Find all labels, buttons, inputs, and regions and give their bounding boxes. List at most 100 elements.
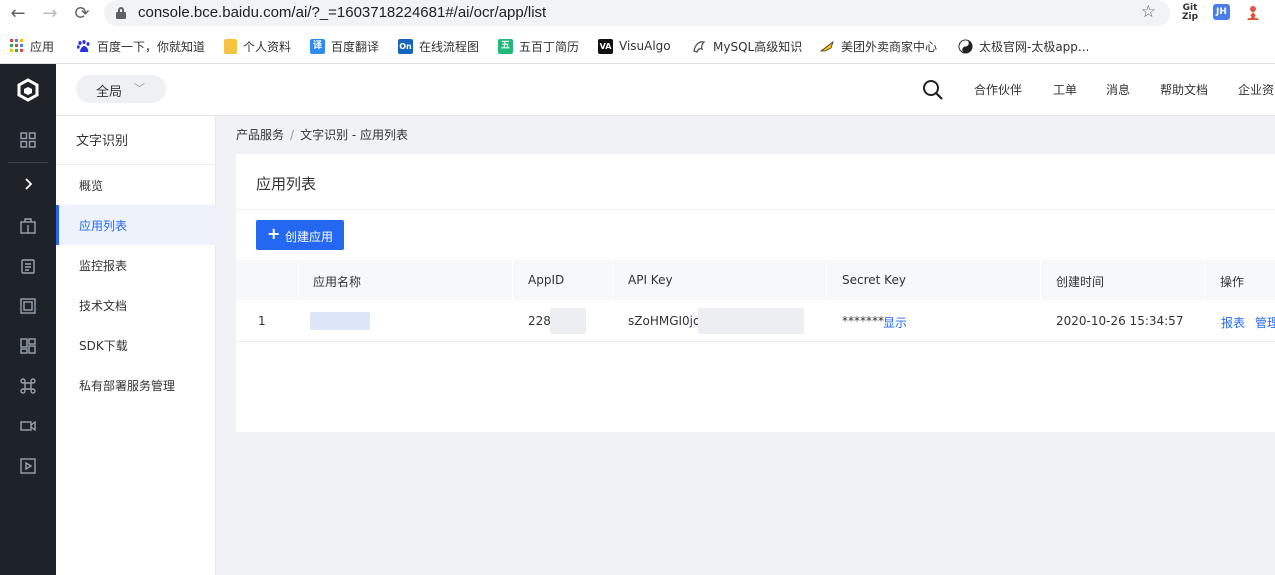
- bookmark-label: 个人资料: [243, 39, 292, 54]
- manage-link[interactable]: 管理: [1255, 314, 1275, 331]
- help-docs-link[interactable]: 帮助文档: [1160, 81, 1208, 98]
- address-bar[interactable]: console.bce.baidu.com/ai/?_=160371822468…: [104, 0, 1170, 26]
- browser-toolbar: ← → ⟳ console.bce.baidu.com/ai/?_=160371…: [0, 0, 1275, 28]
- bookmark-label: 美团外卖商家中心: [841, 39, 938, 54]
- sidebar-item-private-deploy[interactable]: 私有部署服务管理: [56, 365, 216, 405]
- console-header: 全局 ﹀ 合作伙伴 工单 消息 帮助文档 企业资: [56, 64, 1275, 116]
- document-box-icon[interactable]: [0, 292, 56, 320]
- modules-grid-icon[interactable]: [0, 332, 56, 360]
- lock-icon: [116, 7, 126, 19]
- created-time: 2020-10-26 15:34:57: [1056, 314, 1184, 328]
- bookmark-apps[interactable]: 应用: [10, 37, 54, 55]
- chevron-down-icon: ﹀: [134, 82, 145, 95]
- plus-icon: +: [267, 224, 281, 243]
- column-header-created: 创建时间: [1056, 275, 1105, 289]
- forward-arrow-icon[interactable]: →: [40, 4, 60, 24]
- report-link[interactable]: 报表: [1221, 314, 1245, 331]
- sidebar-title: 文字识别: [76, 134, 129, 149]
- column-divider: [1040, 260, 1041, 300]
- create-app-button[interactable]: + 创建应用: [256, 220, 344, 250]
- secret-key-masked: *******: [842, 314, 884, 328]
- column-header-api-key: API Key: [628, 273, 673, 287]
- reload-icon[interactable]: ⟳: [72, 4, 92, 24]
- wubaiding-icon: 五: [498, 38, 513, 54]
- app-id-value: 228: [528, 314, 551, 328]
- breadcrumb-current: 文字识别 - 应用列表: [300, 128, 409, 142]
- bookmark-meituan[interactable]: 美团外卖商家中心: [819, 37, 938, 55]
- sidebar-item-label: 技术文档: [79, 299, 128, 313]
- dashboard-grid-icon[interactable]: [0, 126, 56, 154]
- scope-selector[interactable]: 全局 ﹀: [76, 75, 166, 103]
- play-box-icon[interactable]: [0, 452, 56, 480]
- processon-icon: On: [398, 38, 413, 54]
- breadcrumb-parent[interactable]: 产品服务: [236, 128, 284, 142]
- api-key-value: sZoHMGI0jo: [628, 314, 701, 328]
- sidebar-item-sdk-download[interactable]: SDK下载: [56, 325, 216, 365]
- sidebar-item-label: 监控报表: [79, 259, 128, 273]
- mysql-dolphin-icon: [692, 39, 707, 54]
- tickets-link[interactable]: 工单: [1053, 81, 1077, 98]
- bookmark-baidu[interactable]: 百度一下，你就知道: [76, 37, 205, 55]
- bookmark-label: 百度翻译: [331, 39, 380, 54]
- card-divider: [236, 209, 1275, 210]
- sidebar-item-monitoring[interactable]: 监控报表: [56, 245, 216, 285]
- column-header-app-name: 应用名称: [313, 275, 362, 289]
- bookmark-label: 在线流程图: [419, 39, 480, 54]
- column-header-actions: 操作: [1220, 275, 1245, 289]
- browser-window: { "browser": { "url": "console.bce.baidu…: [0, 0, 1275, 575]
- back-arrow-icon[interactable]: ←: [8, 4, 28, 24]
- redacted-app-id: [550, 308, 586, 334]
- translate-icon: 译: [310, 38, 325, 54]
- column-header-app-id: AppID: [528, 273, 565, 287]
- folder-icon: [224, 38, 237, 54]
- bookmark-processon[interactable]: On 在线流程图: [398, 37, 479, 55]
- app-list-card: 应用列表 + 创建应用 应用名称 AppID API Key Secret Ke…: [236, 154, 1275, 432]
- taiji-icon: [958, 38, 973, 54]
- jh-extension-icon[interactable]: JH: [1213, 4, 1230, 20]
- bookmark-visualgo[interactable]: VA VisuAlgo: [598, 37, 671, 55]
- sidebar-item-overview[interactable]: 概览: [56, 165, 216, 205]
- show-secret-link[interactable]: 显示: [883, 314, 907, 331]
- bookmark-star-icon[interactable]: ☆: [1141, 2, 1156, 22]
- apps-grid-icon: [10, 38, 24, 54]
- bookmark-taiji[interactable]: 太极官网-太极app...: [958, 37, 1089, 55]
- sidebar-item-app-list[interactable]: 应用列表: [56, 205, 216, 245]
- bookmark-label: 百度一下，你就知道: [97, 39, 206, 54]
- table-header: 应用名称 AppID API Key Secret Key 创建时间 操作: [236, 260, 1275, 300]
- visualgo-icon: VA: [598, 38, 613, 54]
- messages-link[interactable]: 消息: [1106, 81, 1130, 98]
- breadcrumb-separator: /: [290, 128, 295, 142]
- redacted-api-key: [698, 308, 804, 334]
- meituan-icon: [819, 39, 835, 54]
- column-divider: [1204, 260, 1205, 300]
- profile-extension-icon[interactable]: [1244, 4, 1262, 22]
- bookmark-mysql[interactable]: MySQL高级知识: [692, 37, 802, 55]
- column-divider: [512, 260, 513, 300]
- bookmark-label: MySQL高级知识: [713, 39, 803, 54]
- table-row: 1 228 sZoHMGI0jo ******* 显示 2020-10-26 1…: [236, 300, 1275, 342]
- extension-label: Git Zip: [1181, 3, 1199, 22]
- cloud-logo-icon[interactable]: [0, 64, 56, 116]
- column-divider: [826, 260, 827, 300]
- create-app-label: 创建应用: [285, 230, 334, 244]
- command-key-icon[interactable]: [0, 372, 56, 400]
- bookmark-baidu-translate[interactable]: 译 百度翻译: [310, 37, 379, 55]
- git-zip-extension-icon[interactable]: Git Zip: [1180, 4, 1200, 22]
- sidebar-item-label: 私有部署服务管理: [79, 379, 176, 393]
- expand-chevron-icon[interactable]: [0, 170, 56, 198]
- partners-link[interactable]: 合作伙伴: [974, 81, 1022, 98]
- row-index: 1: [258, 314, 266, 328]
- sidebar-item-label: 应用列表: [79, 219, 128, 233]
- sidebar-item-tech-docs[interactable]: 技术文档: [56, 285, 216, 325]
- bookmarks-bar: 应用 百度一下，你就知道 个人资料 译 百度翻译 On 在线流程图 五 五百丁简…: [0, 28, 1275, 64]
- url-text[interactable]: console.bce.baidu.com/ai/?_=160371822468…: [138, 4, 546, 21]
- building-icon[interactable]: [0, 212, 56, 240]
- video-camera-icon[interactable]: [0, 412, 56, 440]
- search-icon[interactable]: [922, 79, 944, 101]
- breadcrumb: 产品服务 / 文字识别 - 应用列表: [236, 126, 408, 143]
- enterprise-link[interactable]: 企业资: [1238, 81, 1274, 98]
- clipboard-icon[interactable]: [0, 252, 56, 280]
- column-divider: [612, 260, 613, 300]
- bookmark-personal-folder[interactable]: 个人资料: [224, 37, 291, 55]
- bookmark-wubaiding[interactable]: 五 五百丁简历: [498, 37, 579, 55]
